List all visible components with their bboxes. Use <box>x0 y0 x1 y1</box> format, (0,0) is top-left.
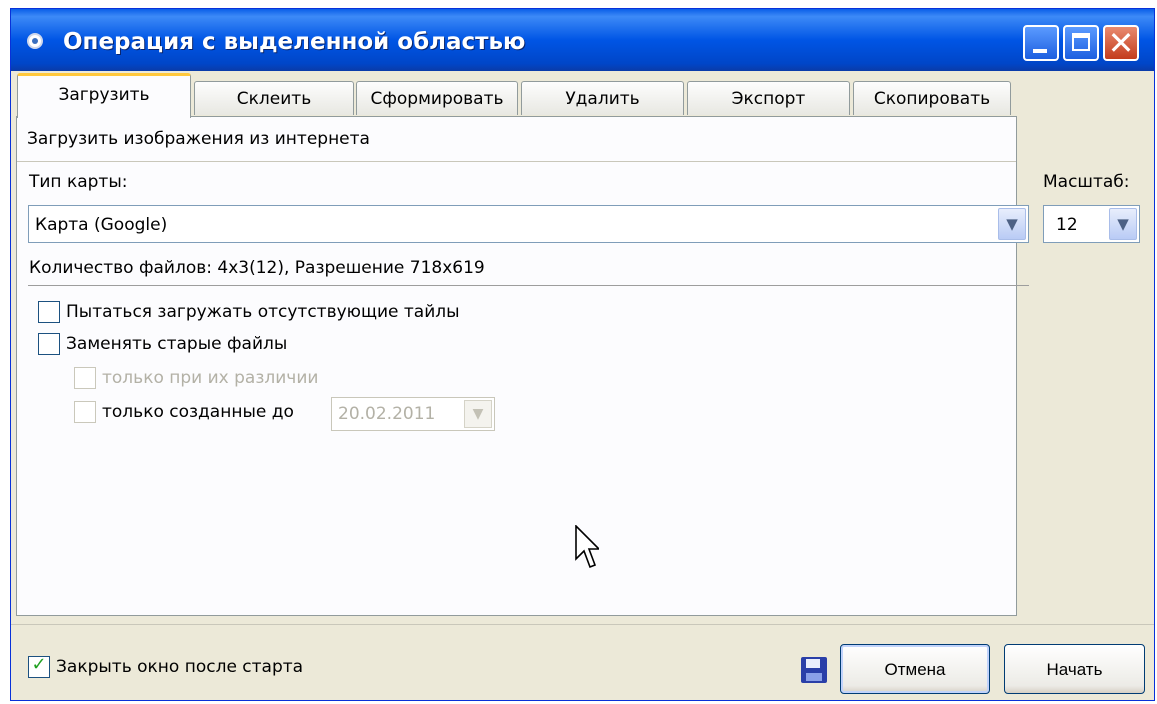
retry-missing-checkbox[interactable] <box>38 301 60 323</box>
panel-header-text: Загрузить изображения из интернета <box>27 129 370 149</box>
tab-panel-download: Загрузить изображения из интернета <box>16 116 1017 616</box>
minimize-button[interactable] <box>1023 25 1059 61</box>
replace-old-label[interactable]: Заменять старые файлы <box>66 334 287 354</box>
close-button[interactable]: ✕ <box>1103 24 1139 62</box>
retry-missing-label[interactable]: Пытаться загружать отсутствующие тайлы <box>66 302 460 322</box>
maximize-icon <box>1072 33 1090 51</box>
tab-copy[interactable]: Скопировать <box>853 81 1011 115</box>
scale-value: 12 <box>1056 215 1078 235</box>
close-after-start-label[interactable]: Закрыть окно после старта <box>56 657 303 677</box>
tab-generate[interactable]: Сформировать <box>356 81 518 115</box>
cancel-button[interactable]: Отмена <box>840 644 990 694</box>
tab-download[interactable]: Загрузить <box>17 73 191 118</box>
separator <box>28 285 1029 286</box>
chevron-down-icon[interactable]: ▼ <box>464 400 492 428</box>
close-after-start-checkbox[interactable]: ✓ <box>28 654 50 678</box>
scale-select[interactable]: 12 ▼ <box>1043 205 1140 243</box>
only-if-different-checkbox[interactable] <box>74 367 96 389</box>
start-button[interactable]: Начать <box>1004 644 1145 694</box>
maximize-button[interactable] <box>1063 25 1099 61</box>
footer-separator <box>11 624 1154 625</box>
file-count-info: Количество файлов: 4x3(12), Разрешение 7… <box>29 258 485 278</box>
date-value: 20.02.2011 <box>338 404 436 424</box>
tab-merge[interactable]: Склеить <box>194 81 354 115</box>
map-type-select[interactable]: Карта (Google) ▼ <box>28 205 1029 243</box>
title-bar[interactable]: Операция с выделенной областью ✕ <box>11 9 1154 71</box>
chevron-down-icon[interactable]: ▼ <box>998 208 1026 240</box>
tab-delete[interactable]: Удалить <box>521 81 684 115</box>
checkmark-icon: ✓ <box>31 654 47 675</box>
window-title: Операция с выделенной областью <box>63 29 526 55</box>
date-picker[interactable]: 20.02.2011 ▼ <box>331 397 495 431</box>
chevron-down-icon[interactable]: ▼ <box>1109 208 1137 240</box>
only-if-different-label: только при их различии <box>102 368 319 388</box>
panel-header: Загрузить изображения из интернета <box>17 117 1016 162</box>
only-created-before-checkbox[interactable] <box>74 401 96 423</box>
tab-export[interactable]: Экспорт <box>687 81 850 115</box>
tab-strip: Загрузить Склеить Сформировать Удалить Э… <box>11 71 1154 118</box>
minimize-icon <box>1033 49 1047 53</box>
map-type-value: Карта (Google) <box>35 215 168 235</box>
globe-icon <box>27 33 43 49</box>
replace-old-checkbox[interactable] <box>38 333 60 355</box>
only-created-before-label[interactable]: только созданные до <box>102 402 294 422</box>
dialog-window: Операция с выделенной областью ✕ Загрузи… <box>10 8 1155 701</box>
map-type-label: Тип карты: <box>29 172 128 192</box>
floppy-disk-icon[interactable] <box>801 657 827 683</box>
mouse-cursor-icon <box>575 525 599 569</box>
close-icon: ✕ <box>1107 24 1135 62</box>
scale-label: Масштаб: <box>1043 172 1130 192</box>
